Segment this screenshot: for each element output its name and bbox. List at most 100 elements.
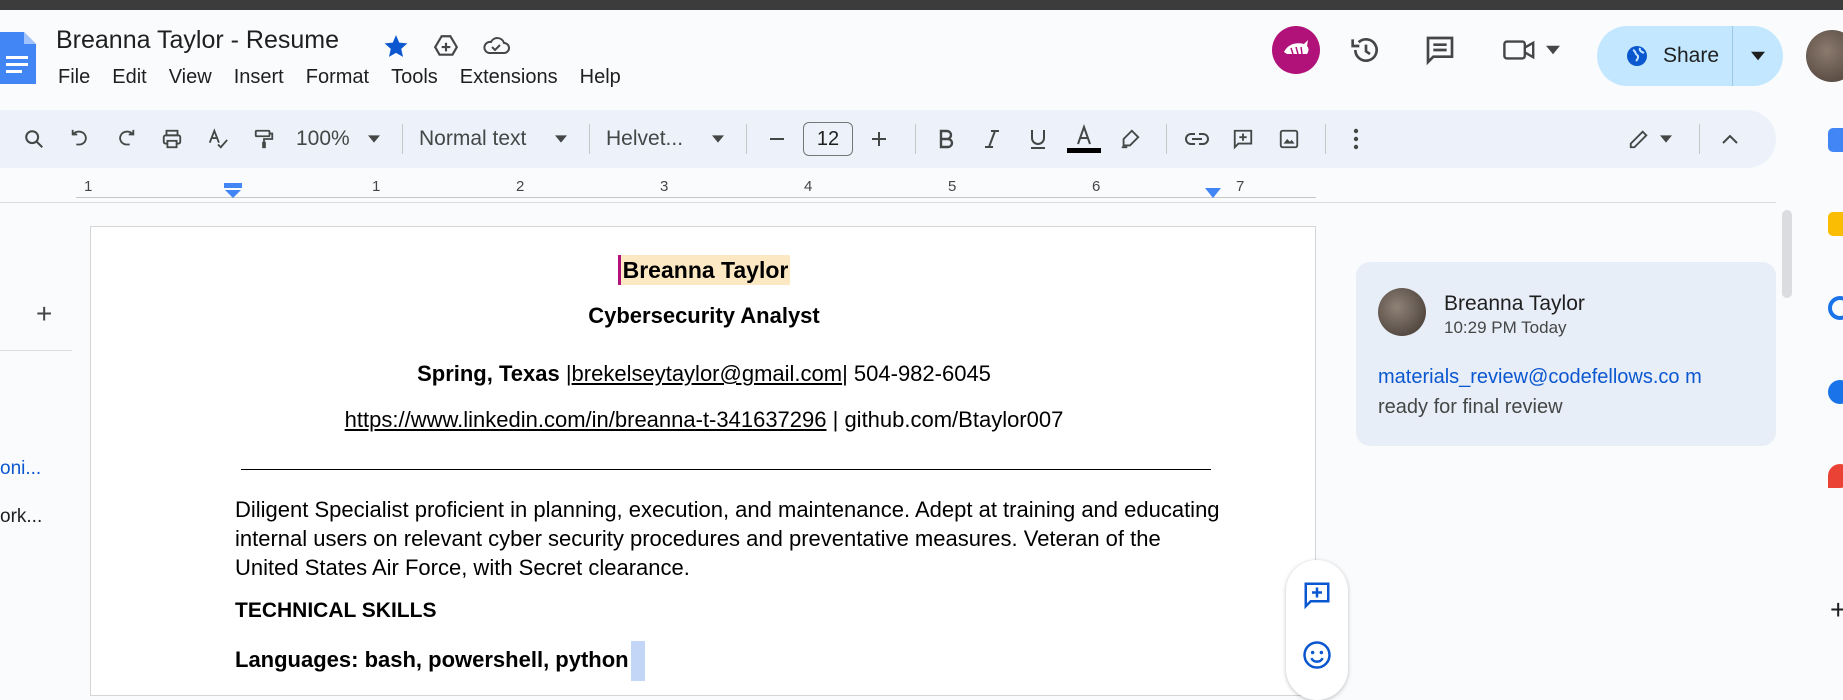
calendar-icon[interactable] bbox=[1828, 128, 1843, 152]
paragraph-style-select[interactable]: Normal text bbox=[413, 119, 573, 159]
vertical-scrollbar[interactable] bbox=[1782, 210, 1792, 298]
underline-button[interactable] bbox=[1018, 119, 1058, 159]
document-page[interactable]: Breanna Taylor Cybersecurity Analyst Spr… bbox=[90, 226, 1316, 696]
menu-bar: File Edit View Insert Format Tools Exten… bbox=[58, 66, 643, 89]
resume-name: Breanna Taylor bbox=[91, 255, 1317, 285]
menu-tools[interactable]: Tools bbox=[391, 66, 438, 89]
move-to-drive-icon[interactable] bbox=[430, 30, 462, 62]
paint-format-button[interactable] bbox=[244, 119, 284, 159]
docs-header: Breanna Taylor - Resume File Edit View I… bbox=[0, 10, 1843, 108]
search-icon bbox=[25, 130, 43, 148]
horizontal-rule bbox=[241, 469, 1211, 470]
editing-mode-button[interactable] bbox=[1617, 119, 1683, 159]
print-button[interactable] bbox=[152, 119, 192, 159]
menu-view[interactable]: View bbox=[169, 66, 212, 89]
left-indent-marker-icon[interactable] bbox=[224, 183, 242, 199]
decrease-font-size-button[interactable] bbox=[757, 119, 797, 159]
user-avatar[interactable] bbox=[1806, 30, 1843, 82]
outline-item-1[interactable]: oni... bbox=[0, 458, 41, 480]
ruler-label: 2 bbox=[516, 178, 525, 195]
share-button[interactable]: Share bbox=[1597, 26, 1733, 86]
more-options-button[interactable] bbox=[1336, 119, 1376, 159]
phone: | 504-982-6045 bbox=[842, 361, 991, 386]
paragraph-style-value: Normal text bbox=[419, 127, 527, 150]
languages-text: Languages: bash, powershell, python bbox=[235, 646, 629, 672]
contact-line: Spring, Texas |brekelseytaylor@gmail.com… bbox=[91, 361, 1317, 387]
chevron-down-icon bbox=[1751, 51, 1765, 61]
add-comment-icon bbox=[1233, 129, 1253, 150]
comment-body: materials_review@codefellows.co m ready … bbox=[1378, 362, 1718, 422]
separator: | bbox=[559, 361, 572, 386]
document-title[interactable]: Breanna Taylor - Resume bbox=[56, 26, 339, 55]
underline-icon bbox=[1031, 130, 1045, 149]
italic-button[interactable] bbox=[972, 119, 1012, 159]
menu-insert[interactable]: Insert bbox=[234, 66, 284, 89]
version-history-icon[interactable] bbox=[1344, 28, 1388, 72]
share-dropdown-button[interactable] bbox=[1733, 26, 1783, 86]
comment-time: 10:29 PM Today bbox=[1444, 318, 1567, 337]
hide-menus-button[interactable] bbox=[1710, 119, 1750, 159]
menu-format[interactable]: Format bbox=[306, 66, 369, 89]
location: Spring, Texas bbox=[417, 361, 560, 386]
zoom-value: 100% bbox=[296, 127, 350, 150]
share-button-group: Share bbox=[1597, 26, 1783, 86]
emoji-reaction-icon[interactable] bbox=[1300, 638, 1334, 672]
outline-item-2[interactable]: ork... bbox=[0, 506, 42, 528]
add-tab-icon[interactable]: + bbox=[36, 298, 52, 330]
menu-edit[interactable]: Edit bbox=[112, 66, 146, 89]
comment-author: Breanna Taylor bbox=[1444, 292, 1585, 315]
insert-image-button[interactable] bbox=[1269, 119, 1309, 159]
redo-button[interactable] bbox=[106, 119, 146, 159]
font-select[interactable]: Helvet... bbox=[600, 119, 730, 159]
increase-font-size-button[interactable] bbox=[859, 119, 899, 159]
comment-mention-link[interactable]: materials_review@codefellows.co m bbox=[1378, 366, 1702, 388]
globe-icon bbox=[1627, 46, 1647, 66]
meet-icon[interactable] bbox=[1496, 28, 1566, 72]
menu-help[interactable]: Help bbox=[580, 66, 621, 89]
get-addons-icon[interactable]: + bbox=[1830, 594, 1843, 626]
resume-subtitle: Cybersecurity Analyst bbox=[588, 303, 820, 328]
bold-button[interactable] bbox=[926, 119, 966, 159]
insert-link-button[interactable] bbox=[1177, 119, 1217, 159]
text-color-button[interactable] bbox=[1064, 119, 1104, 159]
right-indent-marker-icon[interactable] bbox=[1204, 188, 1222, 199]
docs-logo-icon[interactable] bbox=[0, 32, 36, 84]
link-icon bbox=[1185, 133, 1209, 145]
spellcheck-button[interactable] bbox=[198, 119, 238, 159]
menu-file[interactable]: File bbox=[58, 66, 90, 89]
keep-icon[interactable] bbox=[1828, 212, 1843, 236]
maps-icon[interactable] bbox=[1828, 464, 1843, 488]
toolbar-divider bbox=[1325, 124, 1326, 154]
chevron-down-icon bbox=[712, 135, 724, 143]
spellcheck-icon bbox=[208, 128, 228, 149]
cloud-saved-icon[interactable] bbox=[480, 30, 512, 62]
horizontal-ruler[interactable]: 1 1 2 3 4 5 6 7 bbox=[0, 176, 1330, 202]
menu-extensions[interactable]: Extensions bbox=[460, 66, 558, 89]
share-label: Share bbox=[1663, 44, 1720, 67]
zoom-select[interactable]: 100% bbox=[290, 119, 386, 159]
email-link[interactable]: brekelseytaylor@gmail.com bbox=[572, 361, 843, 386]
floating-add-comment-icon[interactable] bbox=[1300, 578, 1334, 612]
formatting-toolbar: 100% Normal text Helvet... 12 bbox=[0, 110, 1776, 168]
comments-icon[interactable] bbox=[1418, 28, 1462, 72]
text-color-icon bbox=[1067, 124, 1101, 153]
linkedin-link[interactable]: https://www.linkedin.com/in/breanna-t-34… bbox=[345, 407, 827, 432]
add-comment-button[interactable] bbox=[1223, 119, 1263, 159]
highlight-icon bbox=[1121, 129, 1140, 149]
redo-icon bbox=[119, 129, 135, 146]
star-icon[interactable] bbox=[380, 30, 412, 62]
comment-card[interactable]: Breanna Taylor 10:29 PM Today materials_… bbox=[1356, 262, 1776, 446]
github-text: | github.com/Btaylor007 bbox=[826, 407, 1064, 432]
collaborator-avatar[interactable] bbox=[1272, 26, 1320, 74]
chevron-down-icon bbox=[1660, 135, 1672, 143]
undo-button[interactable] bbox=[60, 119, 100, 159]
skills-heading: TECHNICAL SKILLS bbox=[235, 599, 437, 622]
font-size-input[interactable]: 12 bbox=[803, 122, 853, 156]
search-menus-button[interactable] bbox=[14, 119, 54, 159]
comment-avatar bbox=[1378, 288, 1426, 336]
selection-cursor bbox=[630, 641, 645, 681]
highlight-color-button[interactable] bbox=[1110, 119, 1150, 159]
minus-icon bbox=[770, 138, 784, 140]
toolbar-divider bbox=[589, 124, 590, 154]
collapse-icon bbox=[1722, 134, 1738, 144]
